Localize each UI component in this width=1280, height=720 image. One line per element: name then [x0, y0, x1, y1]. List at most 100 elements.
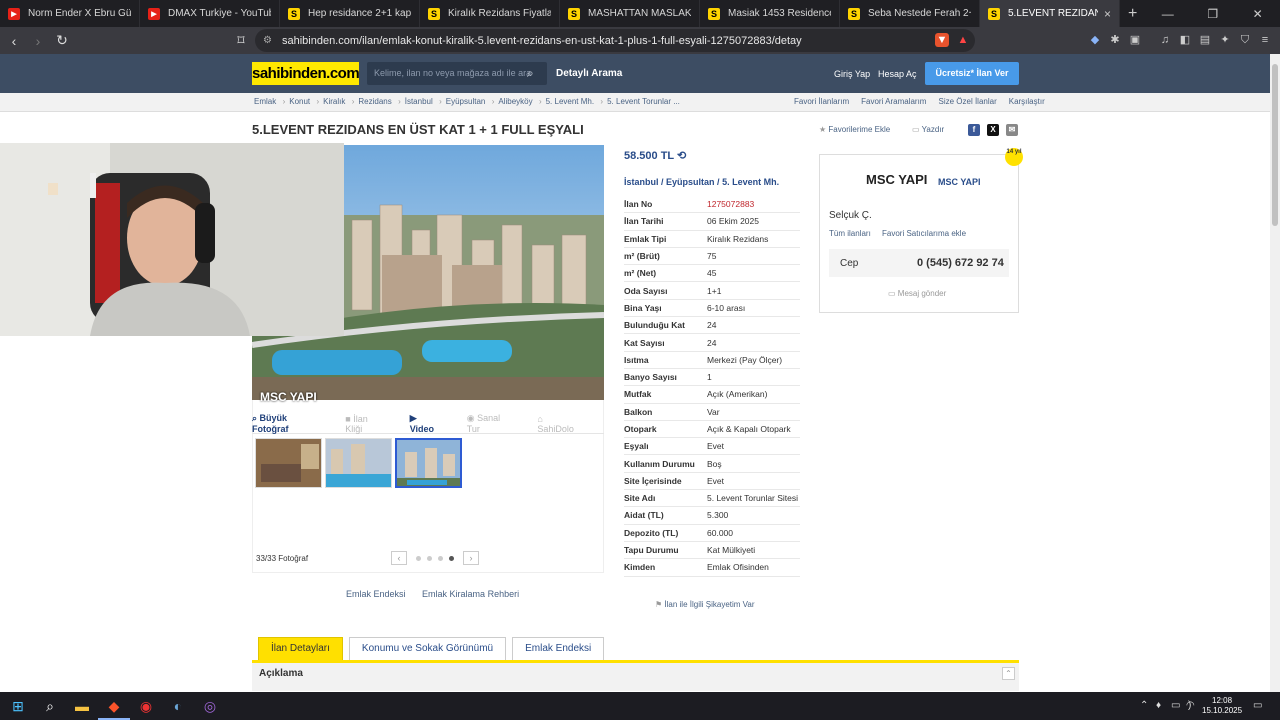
- breadcrumb-item[interactable]: Alibeyköy: [498, 97, 542, 106]
- header-link[interactable]: Karşılaştır: [1009, 97, 1045, 106]
- brave-shield-icon[interactable]: ▼: [935, 33, 949, 47]
- site-info-icon[interactable]: ⚙: [263, 35, 272, 46]
- shield-icon[interactable]: ⛉: [1238, 33, 1252, 47]
- vpn-icon[interactable]: ◆: [1088, 33, 1102, 47]
- seller-logo[interactable]: MSC YAPI: [866, 172, 927, 187]
- breadcrumb-item[interactable]: Kiralık: [323, 97, 355, 106]
- browser-tab[interactable]: S Masiak 1453 Residence 1+1 E: [700, 0, 840, 27]
- scrollbar-thumb[interactable]: [1272, 64, 1278, 226]
- prev-photo-button[interactable]: ‹: [391, 551, 407, 565]
- thumbnail-selected[interactable]: [395, 438, 462, 488]
- tab-location-street-view[interactable]: Konumu ve Sokak Görünümü: [348, 637, 507, 661]
- reload-icon[interactable]: ↻: [50, 32, 74, 49]
- emlak-endeksi-link[interactable]: Emlak Endeksi: [346, 589, 406, 599]
- breadcrumb-item[interactable]: Eyüpsultan: [446, 97, 494, 106]
- large-photo-tab[interactable]: ⌕ Büyük Fotoğraf: [252, 413, 331, 434]
- microphone-icon[interactable]: ♦: [1156, 700, 1161, 711]
- steam-icon[interactable]: ◐: [162, 692, 194, 720]
- login-link[interactable]: Giriş Yap: [834, 69, 870, 79]
- breadcrumb-item[interactable]: Konut: [289, 97, 319, 106]
- send-message-link[interactable]: ▭ Mesaj gönder: [888, 289, 946, 298]
- browser-tab[interactable]: ▶ DMAX Turkiye - YouTube: [140, 0, 280, 27]
- tab-emlak-endeksi[interactable]: Emlak Endeksi: [512, 637, 605, 661]
- obs-icon[interactable]: ◎: [194, 692, 226, 720]
- video-tab[interactable]: ▶ Video: [410, 413, 453, 434]
- location-link[interactable]: 5. Levent Mh.: [722, 177, 779, 187]
- brave-rewards-icon[interactable]: ▲: [956, 33, 970, 47]
- detailed-search-link[interactable]: Detaylı Arama: [556, 68, 622, 79]
- pager-dot[interactable]: [427, 555, 432, 561]
- browser-tab[interactable]: S Hep residance 2+1 kapalı otop: [280, 0, 420, 27]
- notification-icon[interactable]: ▭: [1253, 700, 1262, 711]
- sidebar-icon[interactable]: ◧: [1178, 33, 1192, 47]
- windows-start-icon[interactable]: ⊞: [2, 692, 34, 720]
- header-link[interactable]: Size Özel İlanlar: [938, 97, 996, 106]
- browser-tab[interactable]: ▶ Norm Ender X Ebru Günde: [0, 0, 140, 27]
- pager-dot-active[interactable]: [449, 555, 454, 561]
- music-icon[interactable]: ♫: [1158, 33, 1172, 47]
- thumbnail[interactable]: [325, 438, 392, 488]
- close-window-icon[interactable]: ✕: [1235, 7, 1280, 21]
- post-ad-button[interactable]: Ücretsiz* İlan Ver: [925, 62, 1019, 85]
- all-ads-link[interactable]: Tüm ilanları: [829, 229, 871, 238]
- address-bar[interactable]: ⚙ sahibinden.com/ilan/emlak-konut-kirali…: [255, 29, 975, 52]
- search-input[interactable]: Kelime, ilan no veya mağaza adı ile ara: [367, 62, 547, 85]
- breadcrumb-item[interactable]: 5. Levent Mh.: [546, 97, 604, 106]
- leo-ai-icon[interactable]: ✦: [1218, 33, 1232, 47]
- browser-tab[interactable]: S MASHATTAN MASLAK ARA KA: [560, 0, 700, 27]
- location-link[interactable]: İstanbul: [624, 177, 659, 187]
- print-link[interactable]: ▭ Yazdır: [912, 125, 944, 134]
- breadcrumb-item[interactable]: Rezidans: [358, 97, 401, 106]
- price-history-icon[interactable]: ⟲: [677, 150, 686, 162]
- favorite-seller-link[interactable]: Favori Satıcılarıma ekle: [882, 229, 966, 238]
- tray-chevron-icon[interactable]: ⌃: [1140, 700, 1148, 711]
- screenshot-icon[interactable]: ▣: [1128, 33, 1142, 47]
- seller-store-name[interactable]: MSC YAPI: [938, 177, 981, 187]
- header-link[interactable]: Favori Aramalarım: [861, 97, 926, 106]
- site-logo[interactable]: sahibinden.com: [252, 62, 360, 85]
- breadcrumb-item[interactable]: Emlak: [254, 97, 286, 106]
- bookmark-icon[interactable]: ⌑: [229, 32, 253, 49]
- minimize-icon[interactable]: —: [1145, 7, 1190, 21]
- sahidolo-tab[interactable]: ⌂ SahiDolo: [537, 414, 590, 434]
- next-photo-button[interactable]: ›: [463, 551, 479, 565]
- register-link[interactable]: Hesap Aç: [878, 69, 917, 79]
- forward-icon[interactable]: ›: [26, 33, 50, 49]
- close-tab-icon[interactable]: ×: [1098, 7, 1111, 21]
- clock[interactable]: 12:08 15.10.2025: [1202, 696, 1242, 716]
- breadcrumb-item[interactable]: İstanbul: [405, 97, 442, 106]
- collapse-icon[interactable]: ⌃: [1002, 667, 1015, 680]
- browser-tab-active[interactable]: S 5.LEVENT REZIDANS EN Ü×: [980, 0, 1120, 27]
- volume-icon[interactable]: ): [1188, 700, 1191, 711]
- brave-browser-icon[interactable]: ◆: [98, 692, 130, 720]
- rental-guide-link[interactable]: Emlak Kiralama Rehberi: [422, 589, 519, 599]
- header-link[interactable]: Favori İlanlarım: [794, 97, 849, 106]
- x-share-icon[interactable]: X: [987, 124, 999, 136]
- menu-icon[interactable]: ≡: [1258, 33, 1272, 47]
- extensions-icon[interactable]: ✱: [1108, 33, 1122, 47]
- email-share-icon[interactable]: ✉: [1006, 124, 1018, 136]
- search-icon[interactable]: ⌕: [527, 66, 534, 81]
- virtual-tour-tab[interactable]: ◉ Sanal Tur: [467, 413, 524, 434]
- wallet-icon[interactable]: ▤: [1198, 33, 1212, 47]
- browser-tab[interactable]: S Seba Nestede Ferah 2+1 Kiralı: [840, 0, 980, 27]
- breadcrumb-item[interactable]: 5. Levent Torunlar ...: [607, 97, 680, 106]
- browser-tab[interactable]: S Kiralık Rezidans Fiyatları sahib: [420, 0, 560, 27]
- search-icon[interactable]: ⌕: [34, 692, 66, 720]
- maximize-icon[interactable]: ❐: [1190, 7, 1235, 21]
- complain-link[interactable]: ⚑ İlan ile İlgili Şikayetim Var: [655, 600, 755, 609]
- back-icon[interactable]: ‹: [2, 33, 26, 49]
- app-icon[interactable]: ◉: [130, 692, 162, 720]
- thumbnail[interactable]: [255, 438, 322, 488]
- new-tab-icon[interactable]: +: [1120, 5, 1145, 23]
- display-icon[interactable]: ▭: [1171, 700, 1180, 711]
- location-link[interactable]: Eyüpsultan: [666, 177, 715, 187]
- pager-dot[interactable]: [416, 555, 421, 561]
- facebook-share-icon[interactable]: f: [968, 124, 980, 136]
- phone-number[interactable]: 0 (545) 672 92 74: [917, 257, 1004, 269]
- pager-dot[interactable]: [438, 555, 443, 561]
- add-favorite-link[interactable]: ★ Favorilerime Ekle: [819, 125, 890, 134]
- video-clip-tab[interactable]: ■ İlan Kliği: [345, 414, 395, 434]
- file-explorer-icon[interactable]: ▬: [66, 692, 98, 720]
- tab-listing-details[interactable]: İlan Detayları: [258, 637, 343, 661]
